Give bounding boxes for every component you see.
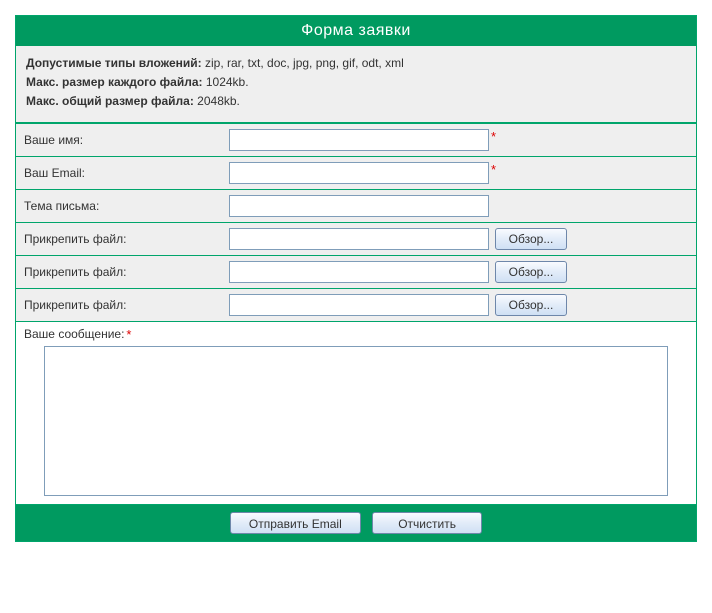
subject-label: Тема письма:: [16, 189, 221, 222]
required-mark: *: [491, 129, 496, 144]
subject-input[interactable]: [229, 195, 489, 217]
email-input[interactable]: [229, 162, 489, 184]
clear-button[interactable]: Отчистить: [372, 512, 482, 534]
max-each-line: Макс. размер каждого файла: 1024kb.: [26, 73, 686, 92]
row-message: Ваше сообщение:*: [16, 321, 696, 504]
message-label-line: Ваше сообщение:*: [24, 327, 688, 342]
send-button[interactable]: Отправить Email: [230, 512, 361, 534]
browse-button-1[interactable]: Обзор...: [495, 228, 567, 250]
attach-label-1: Прикрепить файл:: [16, 222, 221, 255]
row-attach-2: Прикрепить файл: Обзор...: [16, 255, 696, 288]
max-each-label: Макс. размер каждого файла:: [26, 75, 203, 89]
max-total-value: 2048kb.: [194, 94, 240, 108]
fields-table: Ваше имя: * Ваш Email: * Тема письма: Пр…: [16, 123, 696, 505]
row-attach-1: Прикрепить файл: Обзор...: [16, 222, 696, 255]
allowed-types-line: Допустимые типы вложений: zip, rar, txt,…: [26, 54, 686, 73]
name-label: Ваше имя:: [16, 123, 221, 156]
file-path-display-2: [229, 261, 489, 283]
form-title: Форма заявки: [16, 16, 696, 46]
info-block: Допустимые типы вложений: zip, rar, txt,…: [16, 46, 696, 123]
form-footer: Отправить Email Отчистить: [16, 505, 696, 541]
browse-button-3[interactable]: Обзор...: [495, 294, 567, 316]
attach-label-3: Прикрепить файл:: [16, 288, 221, 321]
row-subject: Тема письма:: [16, 189, 696, 222]
max-each-value: 1024kb.: [203, 75, 249, 89]
name-input[interactable]: [229, 129, 489, 151]
max-total-label: Макс. общий размер файла:: [26, 94, 194, 108]
row-email: Ваш Email: *: [16, 156, 696, 189]
row-name: Ваше имя: *: [16, 123, 696, 156]
required-mark: *: [126, 327, 131, 342]
attach-label-2: Прикрепить файл:: [16, 255, 221, 288]
max-total-line: Макс. общий размер файла: 2048kb.: [26, 92, 686, 111]
allowed-types-value: zip, rar, txt, doc, jpg, png, gif, odt, …: [202, 56, 404, 70]
message-label: Ваше сообщение:: [24, 327, 124, 341]
email-label: Ваш Email:: [16, 156, 221, 189]
browse-button-2[interactable]: Обзор...: [495, 261, 567, 283]
request-form: Форма заявки Допустимые типы вложений: z…: [15, 15, 697, 542]
allowed-types-label: Допустимые типы вложений:: [26, 56, 202, 70]
message-textarea[interactable]: [44, 346, 668, 496]
file-path-display-1: [229, 228, 489, 250]
required-mark: *: [491, 162, 496, 177]
row-attach-3: Прикрепить файл: Обзор...: [16, 288, 696, 321]
file-path-display-3: [229, 294, 489, 316]
